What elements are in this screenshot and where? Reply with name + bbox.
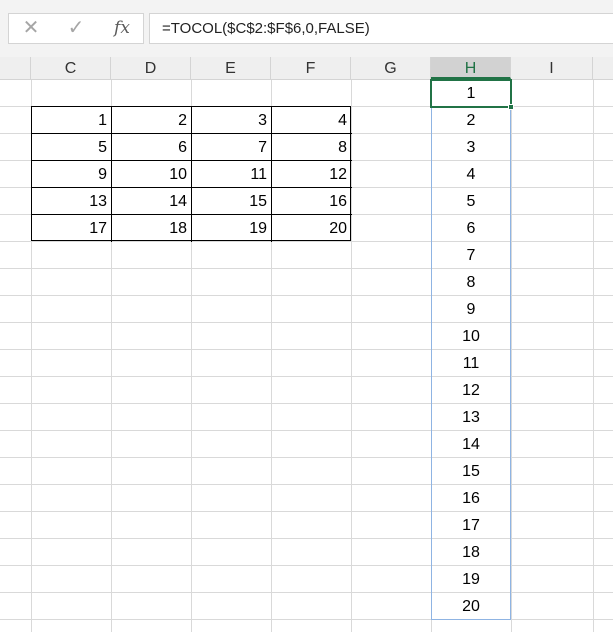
formula-input[interactable]: =TOCOL($C$2:$F$6,0,FALSE) [149,13,613,44]
column-header-i[interactable]: I [511,57,593,79]
source-cell[interactable]: 3 [191,107,271,134]
source-cell[interactable]: 10 [111,161,191,188]
gridline-horizontal [0,565,613,566]
insert-function-button[interactable]: fx [107,14,137,43]
source-cell[interactable]: 17 [31,215,111,242]
gridline-vertical [593,80,594,632]
column-header-e[interactable]: E [191,57,271,79]
gridline-horizontal [0,457,613,458]
result-cell[interactable]: 2 [431,107,511,134]
result-cell[interactable]: 19 [431,566,511,593]
formula-bar-area: ✕ ✓ fx =TOCOL($C$2:$F$6,0,FALSE) [0,0,613,57]
result-cell[interactable]: 12 [431,377,511,404]
gridline-horizontal [0,484,613,485]
column-header-d[interactable]: D [111,57,191,79]
column-header-f[interactable]: F [271,57,351,79]
gridline-horizontal [0,376,613,377]
source-cell[interactable]: 7 [191,134,271,161]
gridline-horizontal [0,511,613,512]
source-cell[interactable]: 20 [271,215,351,242]
result-cell[interactable]: 10 [431,323,511,350]
result-cell[interactable]: 15 [431,458,511,485]
gridline-horizontal [0,538,613,539]
result-cell[interactable]: 8 [431,269,511,296]
result-cell[interactable]: 3 [431,134,511,161]
gridline-horizontal [0,268,613,269]
result-cell[interactable]: 5 [431,188,511,215]
gridline-vertical [351,80,352,632]
formula-buttons: ✕ ✓ fx [8,13,144,44]
result-cell[interactable]: 4 [431,161,511,188]
source-cell[interactable]: 2 [111,107,191,134]
result-cell[interactable]: 1 [431,80,511,107]
source-cell[interactable]: 4 [271,107,351,134]
result-cell[interactable]: 11 [431,350,511,377]
source-cell[interactable]: 19 [191,215,271,242]
result-cell[interactable]: 20 [431,593,511,620]
column-header-g[interactable]: G [351,57,431,79]
column-header-h[interactable]: H [431,57,511,79]
source-cell[interactable]: 1 [31,107,111,134]
gridline-horizontal [0,349,613,350]
source-cell[interactable]: 9 [31,161,111,188]
result-cell[interactable]: 16 [431,485,511,512]
result-cell[interactable]: 9 [431,296,511,323]
result-cell[interactable]: 14 [431,431,511,458]
gridline-horizontal [0,322,613,323]
source-cell[interactable]: 15 [191,188,271,215]
gridline-vertical [511,80,512,632]
gridline-horizontal [0,430,613,431]
source-cell[interactable]: 6 [111,134,191,161]
source-cell[interactable]: 13 [31,188,111,215]
result-cell[interactable]: 6 [431,215,511,242]
gridline-horizontal [0,619,613,620]
result-cell[interactable]: 18 [431,539,511,566]
gridline-horizontal [0,592,613,593]
source-cell[interactable]: 8 [271,134,351,161]
cancel-icon[interactable]: ✕ [19,14,43,43]
gridline-horizontal [0,403,613,404]
source-cell[interactable]: 14 [111,188,191,215]
row-header-corner[interactable] [0,57,31,79]
result-cell[interactable]: 7 [431,242,511,269]
source-cell[interactable]: 11 [191,161,271,188]
worksheet-grid[interactable]: 1 2 3 4 5 6 7 8 9 10 11 12 13 14 15 16 17 18 19 20 1 2 3 4 5 6 7 8 9… [0,79,613,632]
column-header-row: C D E F G H I [0,57,613,80]
source-cell[interactable]: 5 [31,134,111,161]
result-cell[interactable]: 13 [431,404,511,431]
result-cell[interactable]: 17 [431,512,511,539]
gridline-horizontal [0,295,613,296]
check-icon[interactable]: ✓ [64,14,88,43]
source-cell[interactable]: 18 [111,215,191,242]
source-cell[interactable]: 16 [271,188,351,215]
source-cell[interactable]: 12 [271,161,351,188]
column-header-c[interactable]: C [31,57,111,79]
